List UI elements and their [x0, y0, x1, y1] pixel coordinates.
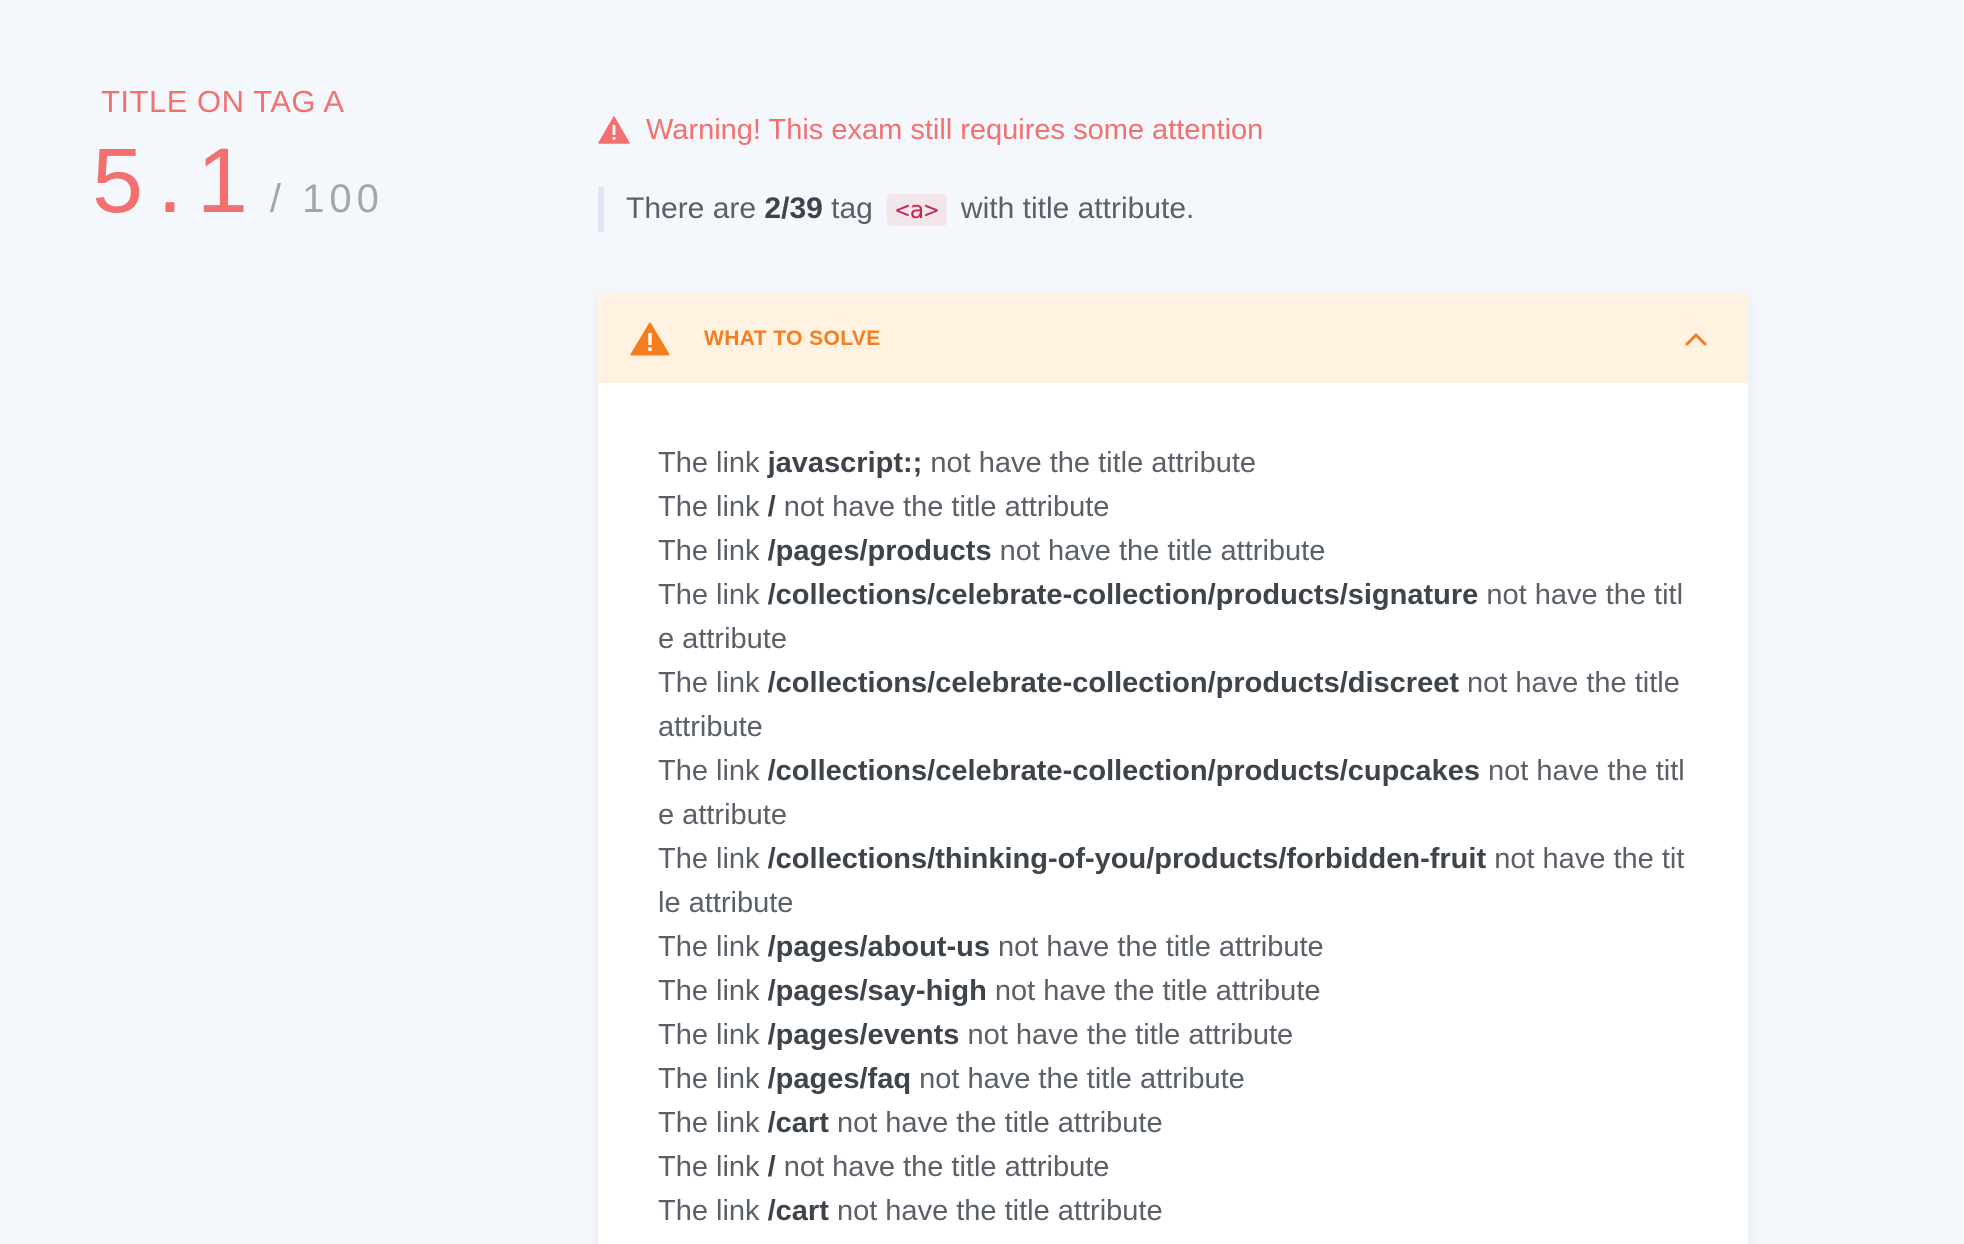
list-item: The link /cart not have the title attrib… [658, 1101, 1688, 1145]
issue-prefix: The link [658, 447, 760, 479]
list-item: The link / not have the title attribute [658, 485, 1688, 529]
issue-prefix: The link [658, 755, 760, 787]
list-item: The link /collections/celebrate-collecti… [658, 661, 1688, 749]
issue-link: /collections/celebrate-collection/produc… [767, 667, 1459, 699]
summary-prefix: There are [626, 192, 757, 225]
issue-prefix: The link [658, 579, 760, 611]
list-item: The link /collections/celebrate-collecti… [658, 749, 1688, 837]
issue-link: /collections/celebrate-collection/produc… [767, 579, 1479, 611]
list-item: The link javascript:; not have the title… [658, 441, 1688, 485]
issue-prefix: The link [658, 1019, 760, 1051]
issue-suffix: not have the title attribute [919, 1063, 1245, 1095]
issue-link: /pages/events [767, 1019, 960, 1051]
exam-title: TITLE ON TAG A [101, 84, 345, 119]
what-to-solve-panel: WHAT TO SOLVE The link javascript:; not … [598, 294, 1748, 1244]
issue-link: / [767, 491, 776, 523]
summary-count: 2/39 [764, 192, 823, 225]
issue-link: /pages/about-us [767, 931, 990, 963]
chevron-up-icon[interactable] [1684, 331, 1708, 347]
warning-triangle-icon [598, 116, 630, 144]
list-item: The link /collections/thinking-of-you/pr… [658, 837, 1688, 925]
page: TITLE ON TAG A 5.1 / 100 Warning! This e… [0, 0, 1964, 1244]
issue-suffix: not have the title attribute [994, 975, 1321, 1007]
warning-triangle-icon [630, 322, 670, 355]
issue-prefix: The link [658, 1151, 760, 1183]
issue-link: /collections/thinking-of-you/products/fo… [767, 843, 1487, 875]
summary-quote: There are 2/39 tag <a> with title attrib… [598, 187, 1748, 232]
issue-suffix: not have the title attribute [930, 447, 1257, 479]
issue-link: /pages/say-high [767, 975, 987, 1007]
issue-prefix: The link [658, 843, 760, 875]
score-panel: TITLE ON TAG A 5.1 / 100 [92, 82, 412, 236]
issue-suffix: not have the title attribute [836, 1107, 1163, 1139]
issue-link: /cart [767, 1107, 829, 1139]
issue-link: /cart [767, 1195, 829, 1227]
issue-prefix: The link [658, 535, 760, 567]
list-item: The link /pages/products not have the ti… [658, 529, 1688, 573]
issue-prefix: The link [658, 975, 760, 1007]
list-item: The link /collections/celebrate-collecti… [658, 573, 1688, 661]
issue-link: javascript:; [767, 447, 923, 479]
issue-prefix: The link [658, 491, 760, 523]
issue-suffix: not have the title attribute [998, 931, 1324, 963]
what-to-solve-header[interactable]: WHAT TO SOLVE [598, 294, 1748, 383]
issue-list: The link javascript:; not have the title… [598, 383, 1748, 1244]
list-item: The link /pages/about-us not have the ti… [658, 925, 1688, 969]
summary-suffix: with title attribute. [960, 192, 1195, 225]
list-item: The link /pages/events not have the titl… [658, 1013, 1688, 1057]
issue-suffix: not have the title attribute [967, 1019, 1294, 1051]
issue-prefix: The link [658, 1195, 760, 1227]
score-max: / 100 [269, 177, 384, 221]
issue-suffix: not have the title attribute [783, 491, 1110, 523]
issue-prefix: The link [658, 1063, 760, 1095]
issue-prefix: The link [658, 931, 760, 963]
summary-middle: tag [831, 192, 873, 225]
list-item: The link / not have the title attribute [658, 1145, 1688, 1189]
warning-text: Warning! This exam still requires some a… [646, 113, 1264, 146]
issue-link: /collections/celebrate-collection/produc… [767, 755, 1480, 787]
list-item: The link /pages/faq not have the title a… [658, 1057, 1688, 1101]
score-line: 5.1 / 100 [92, 126, 412, 236]
issue-link: / [767, 1151, 776, 1183]
issue-link: /pages/products [767, 535, 992, 567]
score-value: 5.1 [92, 130, 262, 232]
warning-message: Warning! This exam still requires some a… [598, 108, 1748, 152]
issue-suffix: not have the title attribute [783, 1151, 1110, 1183]
issue-link: /pages/faq [767, 1063, 912, 1095]
issue-prefix: The link [658, 1107, 760, 1139]
tag-code: <a> [887, 194, 947, 226]
what-to-solve-label: WHAT TO SOLVE [704, 326, 881, 350]
list-item: The link /cart not have the title attrib… [658, 1189, 1688, 1233]
issue-suffix: not have the title attribute [999, 535, 1326, 567]
issue-prefix: The link [658, 667, 760, 699]
issue-suffix: not have the title attribute [836, 1195, 1163, 1227]
main-content: Warning! This exam still requires some a… [598, 108, 1748, 1244]
list-item: The link /pages/say-high not have the ti… [658, 969, 1688, 1013]
